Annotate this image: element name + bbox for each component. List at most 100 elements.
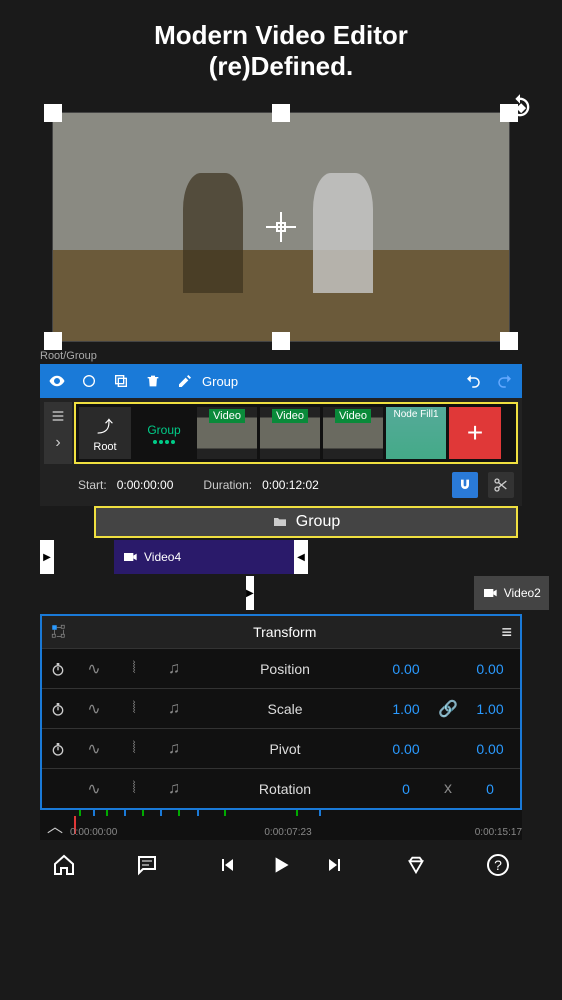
center-target-icon[interactable] [266, 212, 296, 242]
shake-icon[interactable]: ⦚ [114, 660, 154, 678]
rotation-sep: x [436, 780, 460, 798]
transform-panel: Transform ≡ ∿ ⦚ ♫ Position 0.00 0.00 ∿ ⦚… [40, 614, 522, 810]
stopwatch-icon[interactable] [42, 741, 74, 757]
shake-icon[interactable]: ⦚ [114, 740, 154, 758]
rotation-a[interactable]: 0 [376, 781, 436, 797]
promo-title: Modern Video Editor [0, 20, 562, 51]
stopwatch-icon[interactable] [42, 661, 74, 677]
duplicate-icon[interactable] [112, 372, 130, 390]
shake-icon[interactable]: ⦚ [114, 780, 154, 798]
breadcrumb: Root/Group [40, 350, 522, 362]
track-video2: ▶ Video2 [40, 576, 522, 610]
group-chip[interactable]: Group [134, 407, 194, 459]
video-chip-1[interactable]: Video [197, 407, 257, 459]
promo-subtitle: (re)Defined. [0, 51, 562, 82]
start-value[interactable]: 0:00:00:00 [117, 478, 174, 492]
clip-video4-label: Video4 [144, 550, 181, 564]
link-icon[interactable]: 🔗 [436, 699, 460, 719]
diamond-icon[interactable] [400, 849, 432, 881]
root-label: Root [93, 441, 116, 453]
clip-handle-left[interactable]: ▶ [40, 540, 54, 574]
root-chip[interactable]: ⤴ Root [79, 407, 131, 459]
promo-header: Modern Video Editor (re)Defined. [0, 0, 562, 92]
preview-subject-1 [183, 173, 243, 293]
redo-icon[interactable] [496, 372, 514, 390]
transform-title: Transform [68, 624, 501, 640]
graph-icon[interactable]: ∿ [74, 699, 114, 719]
selection-handle-b[interactable] [272, 332, 290, 350]
rotate-handle[interactable] [506, 93, 534, 121]
clip-icon [482, 585, 498, 601]
position-x[interactable]: 0.00 [376, 661, 436, 677]
home-icon[interactable] [48, 849, 80, 881]
clip-video4[interactable]: Video4 [114, 540, 294, 574]
scale-x[interactable]: 1.00 [376, 701, 436, 717]
undo-icon[interactable] [464, 372, 482, 390]
timeline-ruler[interactable]: ︿ 0:00:00:00 0:00:07:23 0:00:15:17 [40, 810, 522, 840]
position-y[interactable]: 0.00 [460, 661, 520, 677]
transform-anchor-icon[interactable] [50, 623, 68, 641]
group-track[interactable]: Group [94, 506, 518, 538]
svg-text:?: ? [494, 857, 502, 873]
track-video4: ▶ Video4 ◀ [40, 540, 522, 574]
step-forward-icon[interactable] [317, 849, 349, 881]
add-layer-button[interactable]: + [449, 407, 501, 459]
layer-strip: › ⤴ Root Group Video Video Video Node Fi… [40, 398, 522, 506]
toolbar-label: Group [202, 374, 450, 389]
selection-handle-t[interactable] [272, 104, 290, 122]
pivot-y[interactable]: 0.00 [460, 741, 520, 757]
clip-icon [122, 549, 138, 565]
scale-y[interactable]: 1.00 [460, 701, 520, 717]
chevron-right-icon[interactable]: › [55, 434, 60, 452]
scissors-button[interactable] [488, 472, 514, 498]
stopwatch-icon[interactable] [42, 701, 74, 717]
graph-icon[interactable]: ∿ [74, 659, 114, 679]
chevron-up-icon[interactable]: ︿ [40, 813, 70, 837]
preview-canvas[interactable] [52, 112, 510, 342]
bottom-nav: ? [40, 840, 522, 890]
rotation-b[interactable]: 0 [460, 781, 520, 797]
video-chip-2[interactable]: Video [260, 407, 320, 459]
timeline-t0: 0:00:00:00 [70, 827, 117, 838]
transform-row-rotation: ∿ ⦚ ♫ Rotation 0 x 0 [42, 768, 520, 808]
selection-handle-br[interactable] [500, 332, 518, 350]
preview-subject-2 [313, 173, 373, 293]
trash-icon[interactable] [144, 372, 162, 390]
music-icon[interactable]: ♫ [154, 780, 194, 798]
timeline-marks [70, 810, 522, 818]
music-icon[interactable]: ♫ [154, 740, 194, 758]
graph-icon[interactable]: ∿ [74, 779, 114, 799]
layer-toolbar: Group [40, 364, 522, 398]
step-back-icon[interactable] [213, 849, 245, 881]
clip-video2[interactable]: Video2 [474, 576, 549, 610]
scale-label: Scale [194, 701, 376, 717]
graph-icon[interactable]: ∿ [74, 739, 114, 759]
circle-icon[interactable] [80, 372, 98, 390]
pivot-x[interactable]: 0.00 [376, 741, 436, 757]
clip-handle-left[interactable]: ▶ [246, 576, 254, 610]
chat-icon[interactable] [131, 849, 163, 881]
transform-row-pivot: ∿ ⦚ ♫ Pivot 0.00 0.00 [42, 728, 520, 768]
pencil-icon[interactable] [176, 372, 194, 390]
duration-value[interactable]: 0:00:12:02 [262, 478, 319, 492]
music-icon[interactable]: ♫ [154, 660, 194, 678]
visibility-icon[interactable] [48, 372, 66, 390]
node-chip[interactable]: Node Fill1 [386, 407, 446, 459]
music-icon[interactable]: ♫ [154, 700, 194, 718]
play-icon[interactable] [265, 849, 297, 881]
video-chip-3[interactable]: Video [323, 407, 383, 459]
help-icon[interactable]: ? [482, 849, 514, 881]
hamburger-icon[interactable]: ≡ [501, 622, 512, 643]
selection-handle-bl[interactable] [44, 332, 62, 350]
duration-label: Duration: [203, 478, 252, 492]
clip-video2-label: Video2 [504, 586, 541, 600]
timeline-tracks: Group ▶ Video4 ◀ ▶ Video2 [40, 506, 522, 610]
pivot-label: Pivot [194, 741, 376, 757]
selection-handle-tl[interactable] [44, 104, 62, 122]
clip-handle-right[interactable]: ◀ [294, 540, 308, 574]
shake-icon[interactable]: ⦚ [114, 700, 154, 718]
magnet-button[interactable] [452, 472, 478, 498]
panel-tab-icon[interactable] [50, 408, 66, 424]
transform-row-scale: ∿ ⦚ ♫ Scale 1.00 🔗 1.00 [42, 688, 520, 728]
timing-row: Start: 0:00:00:00 Duration: 0:00:12:02 [44, 464, 518, 502]
